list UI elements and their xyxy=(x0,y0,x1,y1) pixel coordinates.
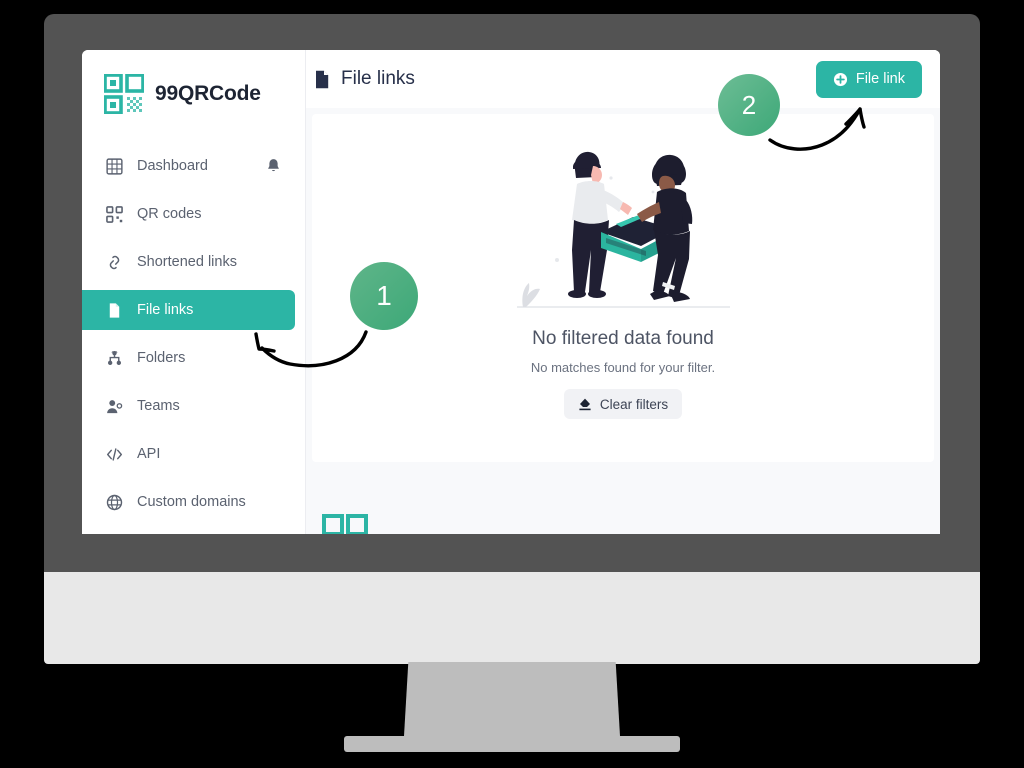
sidebar-item-label: File links xyxy=(137,302,194,318)
sidebar-item-api[interactable]: API xyxy=(82,434,305,474)
annotation-badge-2: 2 xyxy=(718,74,780,136)
sidebar-nav: Dashboard QR codes Shortened links File … xyxy=(82,146,305,522)
topbar: File links File link xyxy=(306,50,940,108)
page-title: File links xyxy=(341,68,415,89)
sidebar-item-label: Teams xyxy=(137,398,180,414)
sidebar-item-qr-codes[interactable]: QR codes xyxy=(82,194,305,234)
file-icon xyxy=(316,70,329,88)
annotation-badge-1: 1 xyxy=(350,262,418,330)
sidebar-item-label: Shortened links xyxy=(137,254,237,270)
monitor-chin xyxy=(44,572,980,664)
qr-squares-watermark xyxy=(322,514,368,534)
sidebar-item-label: QR codes xyxy=(137,206,202,222)
sidebar-item-label: Folders xyxy=(137,350,186,366)
brand[interactable]: 99QRCode xyxy=(82,50,305,120)
monitor-stand-neck xyxy=(404,662,620,736)
code-icon xyxy=(106,447,123,461)
sidebar-item-label: Custom domains xyxy=(137,494,246,510)
screenshot-stage: 99QRCode Dashboard QR codes Shortened li… xyxy=(0,0,1024,768)
qr-small-icon xyxy=(106,205,123,223)
sidebar-item-dashboard[interactable]: Dashboard xyxy=(82,146,305,186)
grid-icon xyxy=(106,157,123,175)
clear-filters-label: Clear filters xyxy=(599,396,669,412)
plus-circle-icon xyxy=(833,72,847,86)
globe-icon xyxy=(106,494,123,510)
annotation-badge-1-number: 1 xyxy=(376,280,392,311)
sidebar-item-label: Dashboard xyxy=(137,158,208,174)
sidebar-item-custom-domains[interactable]: Custom domains xyxy=(82,482,305,522)
annotation-badge-2-number: 2 xyxy=(741,89,757,120)
sidebar-item-folders[interactable]: Folders xyxy=(82,338,305,378)
sidebar: 99QRCode Dashboard QR codes Shortened li… xyxy=(82,50,306,534)
sidebar-item-shortened-links[interactable]: Shortened links xyxy=(82,242,305,282)
users-icon xyxy=(107,399,123,413)
empty-state-subtitle: No matches found for your filter. xyxy=(530,360,716,375)
clear-filters-button[interactable]: Clear filters xyxy=(563,389,683,419)
sidebar-item-file-links[interactable]: File links xyxy=(82,290,295,330)
two-people-handing-box-illustration xyxy=(516,151,730,308)
file-icon xyxy=(109,302,120,318)
qr-code-icon xyxy=(104,74,144,114)
monitor-stand-base xyxy=(344,736,680,752)
empty-state-title: No filtered data found xyxy=(532,328,714,349)
page-title-group: File links xyxy=(314,68,415,90)
file-link-button-label: File link xyxy=(855,71,905,87)
app-window: 99QRCode Dashboard QR codes Shortened li… xyxy=(82,50,940,534)
brand-name: 99QRCode xyxy=(155,82,261,105)
sidebar-item-label: API xyxy=(137,446,161,462)
eraser-icon xyxy=(579,398,591,411)
sidebar-item-teams[interactable]: Teams xyxy=(82,386,305,426)
bell-icon[interactable] xyxy=(266,158,281,174)
file-link-button[interactable]: File link xyxy=(815,60,922,98)
link-chain-icon xyxy=(109,255,120,269)
folder-tree-icon xyxy=(107,350,122,365)
